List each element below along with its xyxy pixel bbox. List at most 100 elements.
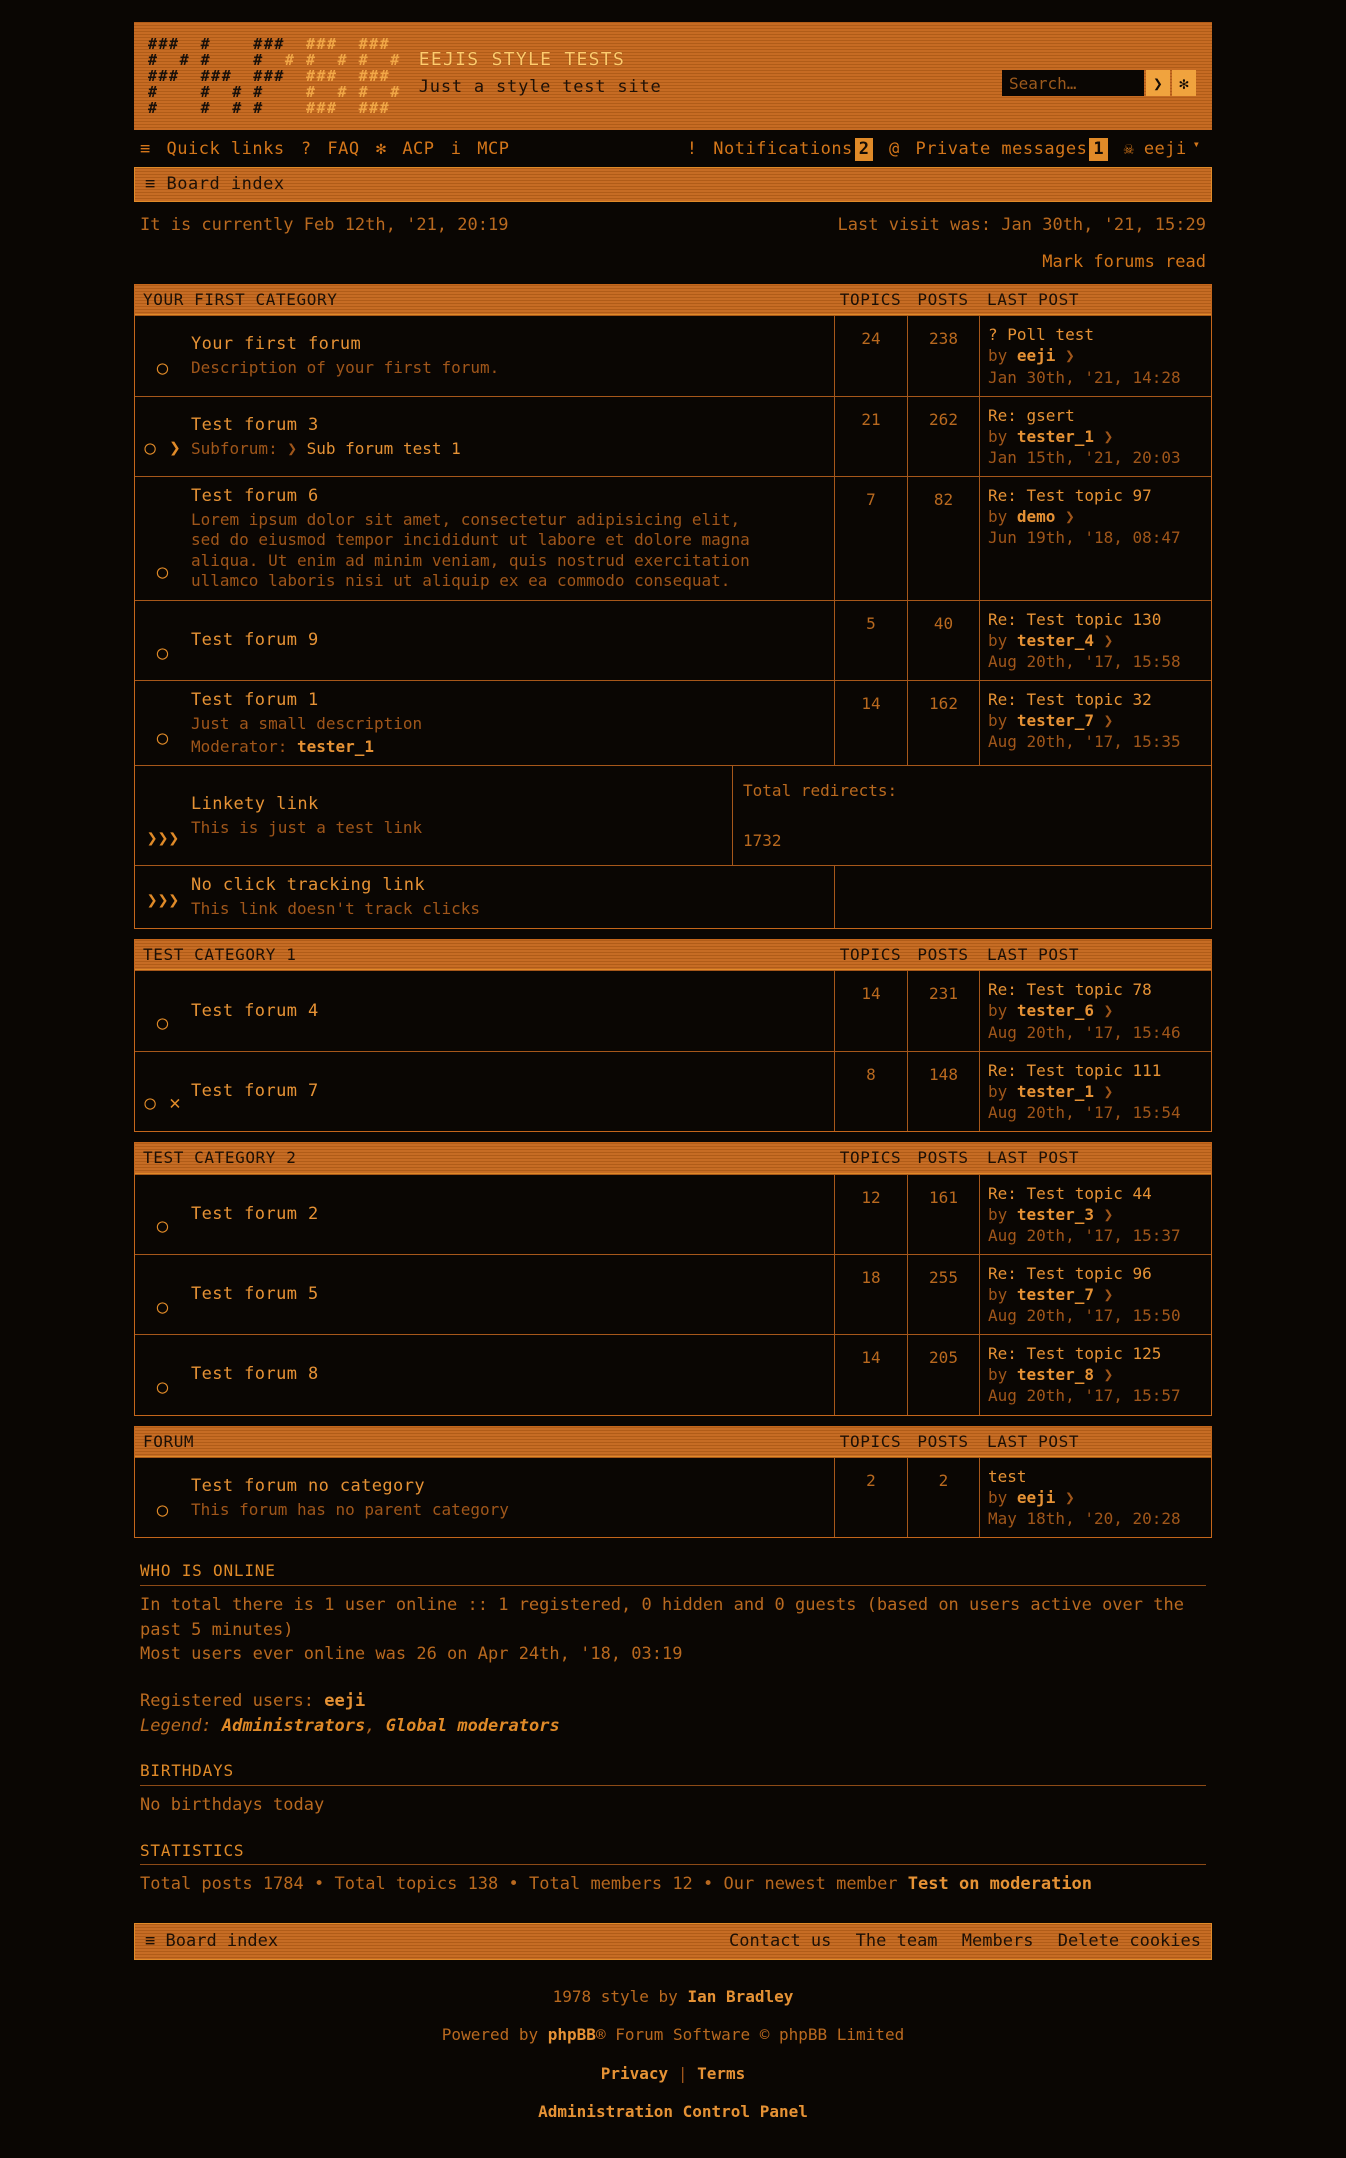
last-post-author[interactable]: tester_4 [1017,631,1094,650]
terms-link[interactable]: Terms [697,2064,745,2083]
nav-item-faq[interactable]: ? FAQ [301,139,360,159]
username-link[interactable]: eeji [1144,138,1187,161]
category-title[interactable]: YOUR FIRST CATEGORY [135,289,834,311]
forum-name[interactable]: Test forum no category [191,1475,828,1498]
legend-administrators[interactable]: Administrators [222,1716,365,1736]
category-title[interactable]: TEST CATEGORY 2 [135,1147,834,1169]
last-post-author[interactable]: tester_1 [1017,1082,1094,1101]
nav-item-private-messages[interactable]: @ Private messages 1 [889,138,1114,161]
last-post-title[interactable]: Re: Test topic 111 [988,1060,1205,1081]
forum-name[interactable]: Linkety link [191,793,726,816]
hamburger-icon: ≡ [145,173,156,194]
forum-name[interactable]: Test forum 2 [191,1203,828,1226]
last-post-author[interactable]: tester_6 [1017,1001,1094,1020]
last-post-author[interactable]: eeji [1017,346,1056,365]
goto-last-post-icon[interactable]: ❯ [1104,1001,1114,1020]
breadcrumb-board-index[interactable]: Board index [167,174,285,194]
nav-label-quick-links[interactable]: Quick links [167,139,285,159]
mark-forums-read-link[interactable]: Mark forums read [1042,252,1206,272]
last-post-author[interactable]: tester_8 [1017,1365,1094,1384]
nav-label-notifications[interactable]: Notifications [713,139,853,159]
last-post-title[interactable]: Re: Test topic 44 [988,1183,1205,1204]
nav-label-private-messages[interactable]: Private messages [916,139,1088,159]
last-post-author[interactable]: tester_3 [1017,1205,1094,1224]
legend-global-moderators[interactable]: Global moderators [386,1716,560,1736]
who-is-online-link[interactable]: WHO IS ONLINE [140,1561,276,1580]
site-header: ### # ### ### ### # # # # # # # # # ### … [134,22,1212,130]
nav-item-mcp[interactable]: i MCP [451,139,510,159]
forum-name[interactable]: Your first forum [191,333,828,356]
search-box[interactable]: ❯ ✻ [1002,70,1196,96]
last-post-title[interactable]: Re: gsert [988,405,1205,426]
goto-last-post-icon[interactable]: ❯ [1104,1082,1114,1101]
forum-name[interactable]: Test forum 3 [191,414,828,437]
stat-newest-member[interactable]: Test on moderation [908,1874,1092,1894]
privacy-link[interactable]: Privacy [601,2064,668,2083]
forum-status-icon: ○ [156,357,170,380]
last-post-title[interactable]: Re: Test topic 97 [988,485,1205,506]
last-post-author[interactable]: tester_7 [1017,1285,1094,1304]
forum-name[interactable]: Test forum 1 [191,689,828,712]
search-input[interactable] [1002,70,1144,96]
last-visit: Last visit was: Jan 30th, '21, 15:29 [837,214,1206,235]
legend-separator: , [365,1715,376,1736]
credit-style-author[interactable]: Ian Bradley [687,1987,793,2006]
goto-last-post-icon[interactable]: ❯ [1104,711,1114,730]
forum-name[interactable]: No click tracking link [191,874,828,897]
category-title[interactable]: FORUM [135,1431,834,1453]
last-post-title[interactable]: Re: Test topic 32 [988,689,1205,710]
footer-link-contact-us[interactable]: Contact us [729,1931,831,1951]
nav-item-quick-links[interactable]: ≡ Quick links [140,139,285,159]
nav-label-faq[interactable]: FAQ [327,139,359,159]
last-post-title[interactable]: ? Poll test [988,324,1205,345]
last-post-author[interactable]: demo [1017,507,1056,526]
forum-topics-count: 2 [834,1458,907,1538]
moderator-link[interactable]: tester_1 [297,737,374,756]
search-submit-icon[interactable]: ❯ [1146,70,1170,96]
footer-board-index[interactable]: Board index [166,1931,279,1951]
forum-name[interactable]: Test forum 8 [191,1363,828,1386]
birthdays-panel: BIRTHDAYS No birthdays today [134,1760,1212,1817]
goto-last-post-icon[interactable]: ❯ [1104,1365,1114,1384]
forum-description: This link doesn't track clicks [191,899,480,919]
subforum-link[interactable]: Sub forum test 1 [307,439,461,458]
last-post-title[interactable]: test [988,1466,1205,1487]
nav-label-mcp[interactable]: MCP [477,139,509,159]
category-title[interactable]: TEST CATEGORY 1 [135,944,834,966]
last-post-author[interactable]: tester_1 [1017,427,1094,446]
last-post-author[interactable]: tester_7 [1017,711,1094,730]
goto-last-post-icon[interactable]: ❯ [1104,1205,1114,1224]
goto-last-post-icon[interactable]: ❯ [1104,631,1114,650]
footer-link-delete-cookies[interactable]: Delete cookies [1058,1931,1201,1951]
hamburger-icon: ≡ [145,1930,156,1951]
mark-forums-read[interactable]: Mark forums read [134,237,1212,284]
goto-last-post-icon[interactable]: ❯ [1104,427,1114,446]
last-post-title[interactable]: Re: Test topic 78 [988,979,1205,1000]
registered-users-value[interactable]: eeji [324,1691,365,1711]
forum-name[interactable]: Test forum 9 [191,629,828,652]
acp-link[interactable]: Administration Control Panel [538,2102,808,2121]
last-post-author[interactable]: eeji [1017,1488,1056,1507]
nav-item-notifications[interactable]: ! Notifications 2 [687,138,879,161]
last-post-title[interactable]: Re: Test topic 130 [988,609,1205,630]
birthdays-link[interactable]: BIRTHDAYS [140,1761,234,1780]
statistics-link[interactable]: STATISTICS [140,1841,244,1860]
footer-link-members[interactable]: Members [962,1931,1034,1951]
nav-label-acp[interactable]: ACP [402,139,434,159]
column-header-last-post: LAST POST [987,944,1080,964]
nav-item-acp[interactable]: ✻ ACP [376,139,435,159]
footer-link-the-team[interactable]: The team [856,1931,938,1951]
advanced-search-icon[interactable]: ✻ [1172,70,1196,96]
goto-last-post-icon[interactable]: ❯ [1104,1285,1114,1304]
last-post-title[interactable]: Re: Test topic 125 [988,1343,1205,1364]
forum-name[interactable]: Test forum 4 [191,1000,828,1023]
forum-name[interactable]: Test forum 6 [191,485,828,508]
goto-last-post-icon[interactable]: ❯ [1065,1488,1075,1507]
goto-last-post-icon[interactable]: ❯ [1065,507,1075,526]
forum-name[interactable]: Test forum 7 [191,1080,828,1103]
credit-phpbb-link[interactable]: phpBB [548,2025,596,2044]
last-post-title[interactable]: Re: Test topic 96 [988,1263,1205,1284]
forum-name[interactable]: Test forum 5 [191,1283,828,1306]
goto-last-post-icon[interactable]: ❯ [1065,346,1075,365]
time-row: It is currently Feb 12th, '21, 20:19 Las… [134,202,1212,237]
